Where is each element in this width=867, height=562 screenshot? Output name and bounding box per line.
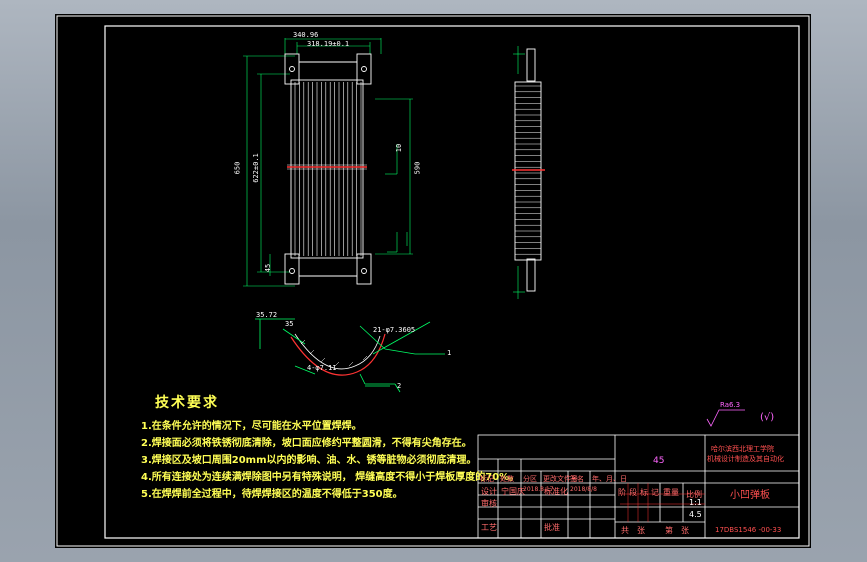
check-label: 审核 (481, 499, 497, 508)
sheet-label: 张 (637, 526, 645, 535)
surface-finish-symbol (706, 409, 745, 427)
tech-requirements-title: 技术要求 (155, 395, 219, 411)
sheet-label: 张 (681, 526, 689, 535)
drawing-sheet: 340.96 318.19±0.1 650 622±0.1 590 45 10 … (55, 14, 811, 548)
tech-requirement-item: 4.所有连接处为连续满焊除图中另有特殊说明， 焊缝高度不得小于焊板厚度的70%。 (141, 472, 520, 483)
dim-inner-height: 622±0.1 (251, 153, 260, 183)
dim-top-width: 340.96 (293, 31, 319, 39)
institution-line2: 机械设计制造及其自动化 (707, 455, 784, 463)
revision-row-label: 标记 (480, 475, 494, 483)
cad-drawing-viewport: 340.96 318.19±0.1 650 622±0.1 590 45 10 … (0, 0, 867, 562)
revision-row-label: 分区 (523, 475, 537, 483)
approve-label: 批准 (544, 523, 560, 532)
revision-row-label: 签名 (570, 475, 584, 483)
stage-label: 段 (629, 488, 637, 497)
sheet-label: 共 (621, 526, 629, 535)
stage-label: 标 (640, 488, 648, 497)
revision-row-label: 处数 (500, 475, 514, 483)
revision-row-label: 年、月、日 (592, 475, 627, 483)
ratio-value: 4.5 (689, 510, 702, 519)
part-name: 小凹弹板 (730, 490, 770, 501)
dim-section-b: 35 (285, 320, 294, 328)
institution-line1: 哈尔滨西北理工学院 (711, 445, 774, 453)
dim-top-inner: 318.19±0.1 (307, 40, 350, 48)
design-label: 设计 (481, 487, 497, 496)
dim-section-a: 35.72 (256, 311, 278, 319)
dim-section-d: 21-φ7.3605 (373, 326, 416, 334)
dim-total-height: 650 (233, 161, 242, 175)
section-view (255, 318, 445, 393)
front-view (243, 38, 413, 287)
leader-label-2: 2 (397, 382, 402, 390)
surface-finish-value: Ra6.3 (720, 401, 741, 409)
material-value: 45 (653, 456, 665, 466)
sheet-label: 第 (665, 526, 673, 535)
designer-name: 宁国庆 (501, 487, 525, 496)
scale-value: 1:1 (689, 498, 702, 507)
tech-requirement-item: 3.焊接区及坡口周围20mm以内的影响、油、水、锈等脏物必须彻底清理。 (141, 455, 477, 466)
leader-label-1: 1 (447, 349, 452, 357)
std-value: 2018/8/8 (570, 486, 597, 493)
tech-requirement-item: 2.焊接面必须将铁锈彻底清除，坡口面应修约平整圆滑，不得有尖角存在。 (141, 438, 472, 449)
dim-left-small: 45 (264, 263, 273, 273)
process-label: 工艺 (481, 523, 497, 532)
dim-right-small: 10 (395, 143, 404, 153)
dim-right-height: 590 (413, 161, 422, 175)
tech-requirement-item: 1.在条件允许的情况下，尽可能在水平位置焊焊。 (141, 421, 362, 432)
stage-label: 记 (651, 488, 659, 497)
surface-finish-note: (√) (760, 412, 775, 423)
outer-border (56, 15, 810, 547)
drawing-number: 17DBS1546 -00-33 (715, 526, 782, 534)
std-label: 标准化 (544, 487, 568, 496)
stage-label: 重量 (663, 488, 679, 497)
dim-section-c: 4-φ7.11 (307, 364, 337, 372)
stage-label: 阶 (618, 488, 626, 497)
tech-requirement-item: 5.在焊焊前全过程中，待焊焊接区的温度不得低于350度。 (141, 489, 403, 500)
side-view (512, 46, 545, 299)
